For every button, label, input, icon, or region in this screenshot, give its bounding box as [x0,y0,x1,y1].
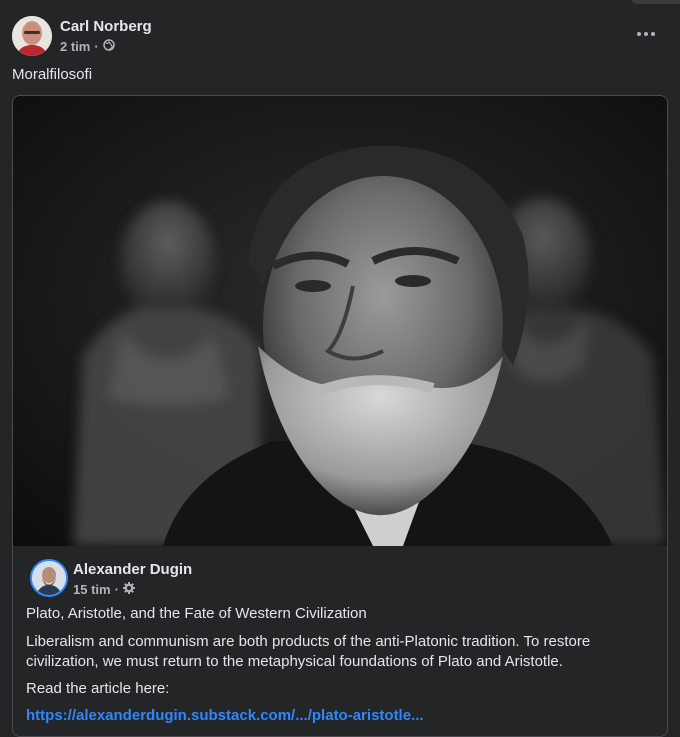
post-meta: 2 tim · [60,39,115,54]
article-link[interactable]: https://alexanderdugin.substack.com/.../… [26,707,424,724]
more-options-button[interactable] [632,20,660,48]
shared-post-content: Alexander Dugin 15 tim · Plato, Aristotl… [13,546,667,736]
dot-icon [651,32,655,36]
shared-post-body: Liberalism and communism are both produc… [26,633,591,670]
dot-icon [644,32,648,36]
shared-post-title: Plato, Aristotle, and the Fate of Wester… [26,605,367,622]
read-article-label: Read the article here: [26,680,170,697]
shared-post-time[interactable]: 15 tim [73,582,111,597]
author-avatar[interactable] [12,16,52,56]
post-header: Carl Norberg 2 tim · [12,16,668,56]
author-name[interactable]: Carl Norberg [60,18,152,35]
shared-author-avatar[interactable] [30,559,68,597]
shared-post-image[interactable] [13,96,667,546]
window-corner-tab [632,0,680,4]
shared-post-meta: 15 tim · [73,582,135,597]
dot-icon [637,32,641,36]
meta-separator: · [94,39,99,54]
post-text: Moralfilosofi [12,66,93,83]
globe-icon[interactable] [102,39,115,54]
meta-separator: · [114,582,119,597]
post-time[interactable]: 2 tim [60,39,90,54]
settings-icon[interactable] [122,582,135,597]
shared-post-card[interactable]: Alexander Dugin 15 tim · Plato, Aristotl… [12,95,668,737]
shared-author-name[interactable]: Alexander Dugin [73,561,192,578]
